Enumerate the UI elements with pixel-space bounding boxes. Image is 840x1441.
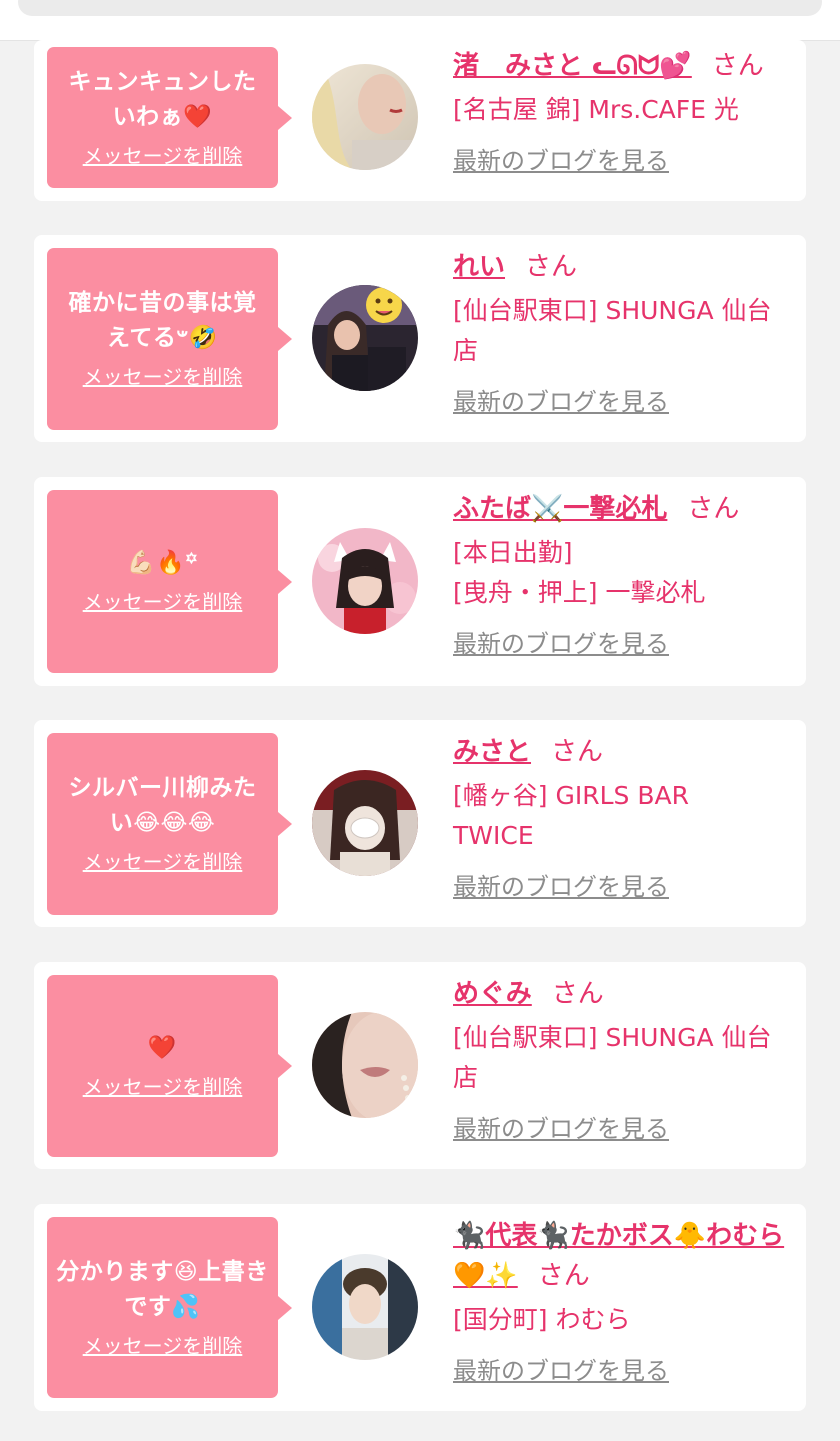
avatar[interactable] <box>312 64 418 170</box>
avatar[interactable] <box>312 1254 418 1360</box>
message-bubble: シルバー川柳みたい😂😂😂 メッセージを削除 <box>47 733 292 915</box>
shop-line: [幡ヶ谷] GIRLS BAR TWICE <box>453 781 689 850</box>
message-bubble: 確かに昔の事は覚えてる𐤔🤣 メッセージを削除 <box>47 248 292 430</box>
profile-name-link[interactable]: めぐみ <box>453 979 532 1009</box>
shop-line: [本日出勤] <box>453 538 573 567</box>
profile-info: 🐈‍⬛代表🐈‍⬛たかボス🐥わむら🧡✨ さん [国分町] わむら 最新のブログを見る <box>453 1216 798 1388</box>
profile-name-link[interactable]: れい <box>453 252 505 282</box>
honorific: さん <box>687 494 740 524</box>
shop-line: [名古屋 錦] Mrs.CAFE 光 <box>453 95 739 124</box>
latest-blog-link[interactable]: 最新のブログを見る <box>453 1354 669 1388</box>
message-card: 分かります😆上書きです💦 メッセージを削除 🐈‍⬛代表🐈‍⬛たかボス🐥わむら🧡✨… <box>34 1204 806 1411</box>
profile-name-link[interactable]: 渚 みさと ᓚᘏᗢ💕 <box>453 51 692 81</box>
delete-message-link[interactable]: メッセージを削除 <box>83 847 243 877</box>
delete-message-link[interactable]: メッセージを削除 <box>83 362 243 392</box>
profile-info: めぐみ さん [仙台駅東口] SHUNGA 仙台店 最新のブログを見る <box>453 974 798 1146</box>
honorific: さん <box>551 737 604 767</box>
honorific: さん <box>537 1261 590 1291</box>
message-card: 💪🏻🔥꙳ メッセージを削除 ふたば⚔️一撃必札 さん [本日出勤] [曳舟・押上]… <box>34 477 806 686</box>
delete-message-link[interactable]: メッセージを削除 <box>83 587 243 617</box>
latest-blog-link[interactable]: 最新のブログを見る <box>453 144 669 178</box>
honorific: さん <box>525 252 578 282</box>
message-text: キュンキュンしたいわぁ❤️ <box>68 68 257 130</box>
delete-message-link[interactable]: メッセージを削除 <box>83 1072 243 1102</box>
profile-info: ふたば⚔️一撃必札 さん [本日出勤] [曳舟・押上] 一撃必札 最新のブログを見… <box>453 489 798 661</box>
honorific: さん <box>551 979 604 1009</box>
shop-line: [国分町] わむら <box>453 1305 631 1334</box>
delete-message-link[interactable]: メッセージを削除 <box>83 1331 243 1361</box>
latest-blog-link[interactable]: 最新のブログを見る <box>453 870 669 904</box>
shop-line: [仙台駅東口] SHUNGA 仙台店 <box>453 296 772 365</box>
message-card: シルバー川柳みたい😂😂😂 メッセージを削除 みさと さん [幡ヶ谷] GIRLS … <box>34 720 806 927</box>
profile-info: 渚 みさと ᓚᘏᗢ💕 さん [名古屋 錦] Mrs.CAFE 光 最新のブログを見… <box>453 46 798 178</box>
profile-name-link[interactable]: みさと <box>453 737 531 767</box>
message-bubble: 分かります😆上書きです💦 メッセージを削除 <box>47 1217 292 1398</box>
honorific: さん <box>711 51 764 81</box>
shop-line: [仙台駅東口] SHUNGA 仙台店 <box>453 1023 772 1092</box>
shop-line: [曳舟・押上] 一撃必札 <box>453 578 706 607</box>
avatar[interactable] <box>312 285 418 391</box>
message-text: 確かに昔の事は覚えてる𐤔🤣 <box>68 290 257 351</box>
message-text: 💪🏻🔥꙳ <box>126 550 199 576</box>
latest-blog-link[interactable]: 最新のブログを見る <box>453 385 669 419</box>
message-card: ❤️ メッセージを削除 めぐみ さん [仙台駅東口] SHUNGA 仙台店 最新の… <box>34 962 806 1169</box>
profile-name-link[interactable]: 🐈‍⬛代表🐈‍⬛たかボス🐥わむら🧡✨ <box>453 1221 784 1291</box>
message-bubble: ❤️ メッセージを削除 <box>47 975 292 1157</box>
message-text: 分かります😆上書きです💦 <box>56 1258 269 1320</box>
latest-blog-link[interactable]: 最新のブログを見る <box>453 1112 669 1146</box>
message-card: 確かに昔の事は覚えてる𐤔🤣 メッセージを削除 れい さん [仙台駅東口] SHUN… <box>34 235 806 442</box>
search-bar[interactable] <box>18 0 822 16</box>
profile-info: みさと さん [幡ヶ谷] GIRLS BAR TWICE 最新のブログを見る <box>453 732 798 904</box>
latest-blog-link[interactable]: 最新のブログを見る <box>453 627 669 661</box>
avatar[interactable] <box>312 528 418 634</box>
message-bubble: キュンキュンしたいわぁ❤️ メッセージを削除 <box>47 47 292 188</box>
message-text: ❤️ <box>147 1034 178 1061</box>
avatar[interactable] <box>312 770 418 876</box>
delete-message-link[interactable]: メッセージを削除 <box>83 141 243 171</box>
profile-name-link[interactable]: ふたば⚔️一撃必札 <box>453 494 667 524</box>
avatar[interactable] <box>312 1012 418 1118</box>
top-header <box>0 0 840 41</box>
message-card: キュンキュンしたいわぁ❤️ メッセージを削除 渚 みさと ᓚᘏᗢ💕 さん [名古屋… <box>34 40 806 201</box>
profile-info: れい さん [仙台駅東口] SHUNGA 仙台店 最新のブログを見る <box>453 247 798 419</box>
message-bubble: 💪🏻🔥꙳ メッセージを削除 <box>47 490 292 673</box>
message-text: シルバー川柳みたい😂😂😂 <box>68 775 257 836</box>
